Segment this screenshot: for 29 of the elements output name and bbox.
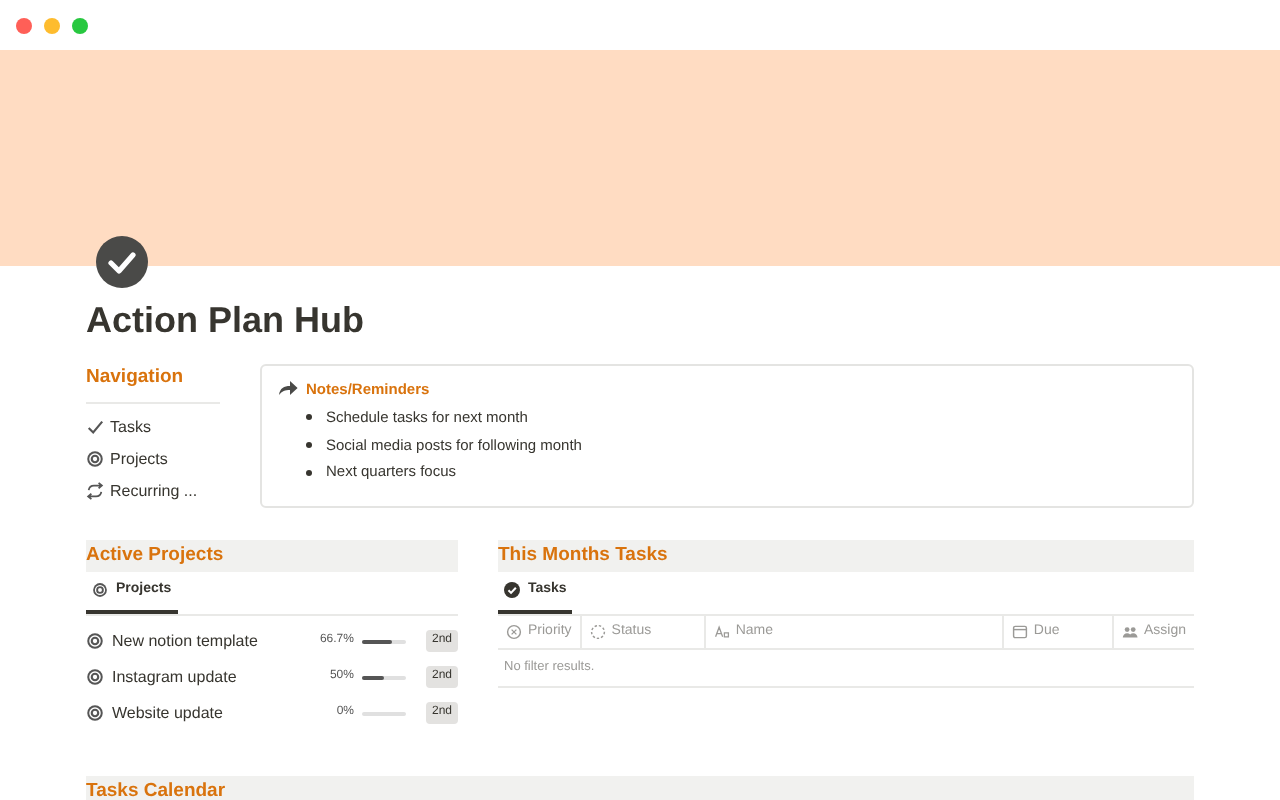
section-heading: Tasks Calendar — [86, 779, 226, 800]
page-title: Action Plan Hub — [86, 300, 366, 344]
nav-link[interactable]: Recurring ... — [86, 475, 220, 508]
project-name[interactable]: Website update — [112, 701, 223, 726]
people-icon — [1121, 623, 1138, 640]
zoom-button[interactable] — [72, 17, 88, 33]
project-name[interactable]: Instagram update — [112, 665, 237, 690]
target-icon — [92, 582, 108, 599]
letters-icon — [713, 623, 730, 640]
calendar-icon — [1011, 623, 1028, 640]
section-heading: Active Projects — [86, 543, 224, 566]
dashed-circle-icon — [589, 623, 606, 640]
bullet-icon — [306, 469, 312, 476]
project-name[interactable]: New notion template — [112, 629, 258, 654]
nav-link[interactable]: Projects — [86, 443, 220, 476]
close-button[interactable] — [16, 17, 32, 33]
target-icon — [86, 450, 104, 469]
share-arrow-icon — [278, 380, 298, 397]
check-circle-icon — [504, 582, 520, 599]
section-heading: Navigation — [86, 363, 220, 404]
minimize-button[interactable] — [44, 17, 60, 33]
bullet-icon — [306, 414, 312, 421]
bullet-icon — [306, 441, 312, 448]
section-heading: This Months Tasks — [498, 543, 668, 566]
circle-x-icon — [506, 623, 522, 640]
repeat-icon — [86, 482, 104, 501]
nav-link[interactable]: Tasks — [86, 411, 220, 444]
check-icon — [86, 418, 104, 437]
check-circle-icon — [96, 236, 148, 288]
